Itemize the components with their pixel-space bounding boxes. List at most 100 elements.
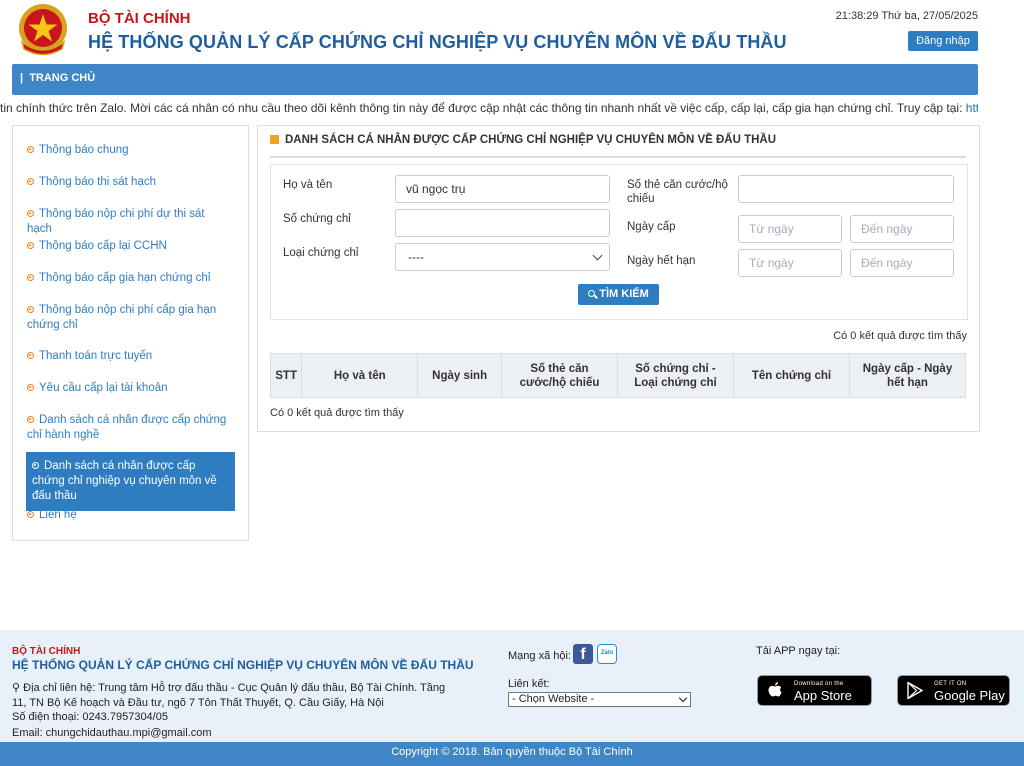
website-select[interactable]: - Chọn Website - [508, 692, 691, 707]
name-input[interactable] [395, 175, 610, 203]
bullet-icon [27, 511, 34, 518]
title-divider [270, 156, 966, 158]
bullet-icon [32, 462, 39, 469]
sidebar-item-bidding-cert-list[interactable]: Danh sách cá nhân được cấp chứng chỉ ngh… [26, 452, 235, 511]
column-header-cert-name[interactable]: Tên chứng chỉ [732, 353, 850, 398]
bullet-icon [27, 384, 34, 391]
bullet-icon [27, 146, 34, 153]
marquee-link[interactable]: https://z [966, 101, 978, 115]
sidebar-item-label: Liên hệ [39, 509, 77, 521]
bullet-icon [27, 242, 34, 249]
sidebar-item-label: Thông báo nộp chi phí dự thi sát hạch [27, 208, 205, 235]
result-count-top: Có 0 kết quả được tìm thấy [833, 330, 967, 342]
page-title-text: DANH SÁCH CÁ NHÂN ĐƯỢC CẤP CHỨNG CHỈ NGH… [285, 134, 777, 146]
sidebar-item-renewal-notice[interactable]: Thông báo cấp gia hạn chứng chỉ [27, 271, 232, 286]
table-header-row: STT Họ và tên Ngày sinh Số thẻ căn cước/… [269, 353, 967, 398]
sidebar-item-label: Thông báo nộp chi phí cấp gia hạn chứng … [27, 304, 217, 331]
issue-date-to-input[interactable] [850, 215, 954, 243]
footer-social-label: Mạng xã hội: [508, 650, 571, 662]
bullet-icon [27, 178, 34, 185]
google-play-badge[interactable]: GET IT ON Google Play [897, 675, 1010, 706]
nav-home-link[interactable]: | TRANG CHỦ [20, 72, 95, 84]
id-number-input[interactable] [738, 175, 954, 203]
issue-date-label: Ngày cấp [627, 221, 676, 233]
chevron-down-icon [592, 250, 603, 261]
column-header-stt[interactable]: STT [269, 353, 303, 398]
zalo-icon[interactable]: Zalo [597, 644, 617, 664]
search-button[interactable]: TÌM KIẾM [578, 284, 659, 305]
footer-email: Email: chungchidauthau.mpi@gmail.com [12, 727, 212, 739]
sidebar-item-account-reissue[interactable]: Yêu cầu cấp lại tài khoản [27, 381, 232, 396]
footer-address-text: Địa chỉ liên hệ: Trung tâm Hỗ trợ đấu th… [12, 682, 446, 709]
book-icon [270, 135, 279, 144]
expiry-date-to-input[interactable] [850, 249, 954, 277]
google-play-small-text: GET IT ON [934, 681, 967, 687]
id-number-label: Số thẻ căn cước/hộ chiếu [627, 179, 728, 205]
footer-links-label: Liên kết: [508, 678, 550, 690]
sidebar-item-label: Thông báo thi sát hạch [39, 176, 156, 188]
sidebar-item-renewal-fee-notice[interactable]: Thông báo nộp chi phí cấp gia hạn chứng … [27, 303, 232, 333]
bullet-icon [27, 416, 34, 423]
sidebar-item-label: Thông báo cấp gia hạn chứng chỉ [39, 272, 211, 284]
search-icon [588, 290, 596, 297]
sidebar: Thông báo chung Thông báo thi sát hạch T… [12, 125, 249, 541]
search-form: Họ và tên Số chứng chỉ Loại chứng chỉ --… [270, 164, 968, 320]
footer-app-label: Tải APP ngay tại: [756, 645, 841, 657]
column-header-name[interactable]: Họ và tên [301, 353, 419, 398]
location-pin-icon: ⚲ [12, 682, 21, 694]
sidebar-item-label: Danh sách cá nhân được cấp chứng chỉ ngh… [32, 460, 217, 502]
sidebar-item-label: Thanh toán trực tuyến [39, 350, 153, 362]
footer-address: ⚲ Địa chỉ liên hệ: Trung tâm Hỗ trợ đấu … [12, 681, 462, 711]
sidebar-item-contact[interactable]: Liên hệ [27, 508, 232, 523]
bullet-icon [27, 210, 34, 217]
apple-icon [768, 682, 782, 697]
issue-date-from-input[interactable] [738, 215, 842, 243]
column-header-id-number[interactable]: Số thẻ căn cước/hộ chiếu [500, 353, 618, 398]
main-navbar: | TRANG CHỦ [12, 64, 978, 95]
cert-type-select[interactable]: ---- [395, 243, 610, 271]
sidebar-item-reissue-notice[interactable]: Thông báo cấp lại CCHN [27, 239, 232, 254]
announcement-marquee: tin chính thức trên Zalo. Mời các cá nhâ… [0, 101, 978, 115]
results-table: STT Họ và tên Ngày sinh Số thẻ căn cước/… [269, 353, 967, 398]
name-label: Họ và tên [283, 179, 333, 191]
login-button[interactable]: Đăng nhập [908, 31, 978, 51]
footer-system-title: HỆ THỐNG QUẢN LÝ CẤP CHỨNG CHỈ NGHIỆP VỤ… [12, 658, 474, 672]
expiry-date-from-input[interactable] [738, 249, 842, 277]
column-header-birthdate[interactable]: Ngày sinh [417, 353, 502, 398]
header-org-name: BỘ TÀI CHÍNH [88, 10, 191, 27]
sidebar-item-label: Thông báo cấp lại CCHN [39, 240, 167, 252]
facebook-icon[interactable]: f [573, 644, 593, 664]
sidebar-item-exam-notice[interactable]: Thông báo thi sát hạch [27, 175, 232, 190]
chevron-down-icon [678, 693, 688, 703]
website-select-value: - Chọn Website - [512, 693, 595, 705]
footer-phone: Số điện thoại: 0243.7957304/05 [12, 711, 168, 723]
page-title: DANH SÁCH CÁ NHÂN ĐƯỢC CẤP CHỨNG CHỈ NGH… [270, 134, 776, 146]
header-datetime: 21:38:29 Thứ ba, 27/05/2025 [835, 10, 978, 22]
nav-home-label: TRANG CHỦ [29, 72, 96, 84]
app-store-small-text: Download on the [794, 681, 844, 687]
search-button-label: TÌM KIẾM [599, 288, 649, 300]
main-panel: DANH SÁCH CÁ NHÂN ĐƯỢC CẤP CHỨNG CHỈ NGH… [257, 125, 980, 432]
bullet-icon [27, 352, 34, 359]
header-system-title: HỆ THỐNG QUẢN LÝ CẤP CHỨNG CHỈ NGHIỆP VỤ… [88, 32, 787, 52]
result-count-bottom: Có 0 kết quả được tìm thấy [270, 407, 404, 419]
footer: BỘ TÀI CHÍNH HỆ THỐNG QUẢN LÝ CẤP CHỨNG … [0, 630, 1024, 742]
column-header-cert-number-type[interactable]: Số chứng chỉ - Loại chứng chỉ [616, 353, 734, 398]
cert-number-input[interactable] [395, 209, 610, 237]
bullet-icon [27, 274, 34, 281]
national-emblem-logo [19, 4, 67, 56]
footer-org-name: BỘ TÀI CHÍNH [12, 646, 81, 657]
sidebar-item-practice-cert-list[interactable]: Danh sách cá nhân được cấp chứng chỉ hàn… [27, 413, 232, 443]
google-play-big-text: Google Play [934, 688, 1005, 703]
copyright-bar: Copyright © 2018. Bản quyền thuộc Bộ Tài… [0, 742, 1024, 766]
sidebar-item-online-payment[interactable]: Thanh toán trực tuyến [27, 349, 232, 364]
sidebar-item-exam-fee-notice[interactable]: Thông báo nộp chi phí dự thi sát hạch [27, 207, 232, 237]
cert-type-label: Loại chứng chỉ [283, 247, 359, 259]
cert-number-label: Số chứng chỉ [283, 213, 351, 225]
column-header-issue-expiry[interactable]: Ngày cấp - Ngày hết hạn [848, 353, 967, 398]
google-play-icon [907, 682, 923, 699]
app-store-big-text: App Store [794, 688, 852, 703]
marquee-text: tin chính thức trên Zalo. Mời các cá nhâ… [0, 101, 966, 115]
app-store-badge[interactable]: Download on the App Store [757, 675, 872, 706]
sidebar-item-general-notice[interactable]: Thông báo chung [27, 143, 232, 158]
